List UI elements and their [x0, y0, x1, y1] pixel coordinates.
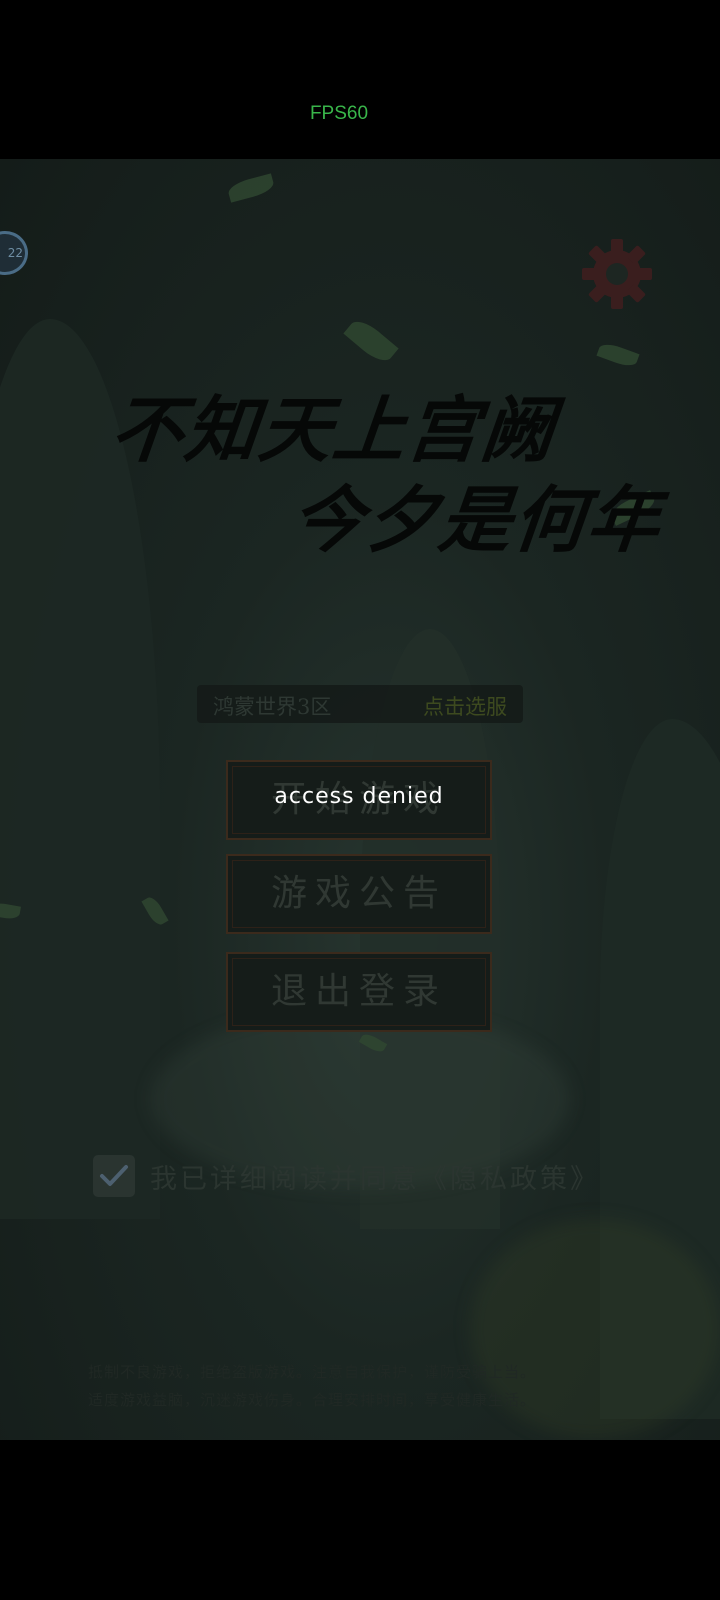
server-name: 鸿蒙世界3区	[213, 695, 332, 719]
avatar-level: 22	[7, 246, 23, 260]
health-notice-line-2: 适度游戏益脑，沉迷游戏伤身。合理安排时间，享受健康生活。	[88, 1391, 537, 1409]
server-selector[interactable]: 鸿蒙世界3区 点击选服	[197, 685, 523, 723]
agreement-text[interactable]: 我已详细阅读并同意《隐私政策》	[150, 1157, 600, 1196]
title-line-2: 今夕是何年	[286, 477, 666, 562]
falling-leaf	[596, 340, 640, 370]
game-notice-label: 游戏公告	[270, 873, 447, 914]
logout-button[interactable]: 退出登录	[226, 952, 492, 1032]
avatar-badge[interactable]: 22	[0, 231, 28, 275]
settings-gear-icon[interactable]	[578, 235, 656, 313]
falling-leaf	[226, 173, 276, 203]
toast-message: access denied	[274, 784, 444, 809]
game-scene: 22 不知天上宫阙 今夕是何年 鸿蒙世界3区 点击选服 开始游戏 游戏公告 退出…	[0, 159, 720, 1440]
game-notice-button[interactable]: 游戏公告	[226, 854, 492, 934]
screen: FPS60 22 不知天上宫阙 今夕是何年 鸿蒙世界3区 点击选服 开始游戏 游…	[0, 0, 720, 1600]
fps-counter: FPS60	[309, 103, 369, 124]
checkmark-icon	[100, 1165, 128, 1186]
health-notice-line-1: 抵制不良游戏，拒绝盗版游戏。注意自我保护，谨防受骗上当。	[88, 1363, 537, 1381]
select-server-link[interactable]: 点击选服	[423, 691, 507, 721]
agreement-checkbox[interactable]	[93, 1155, 135, 1197]
logout-label: 退出登录	[270, 971, 447, 1012]
falling-leaf	[343, 315, 399, 367]
